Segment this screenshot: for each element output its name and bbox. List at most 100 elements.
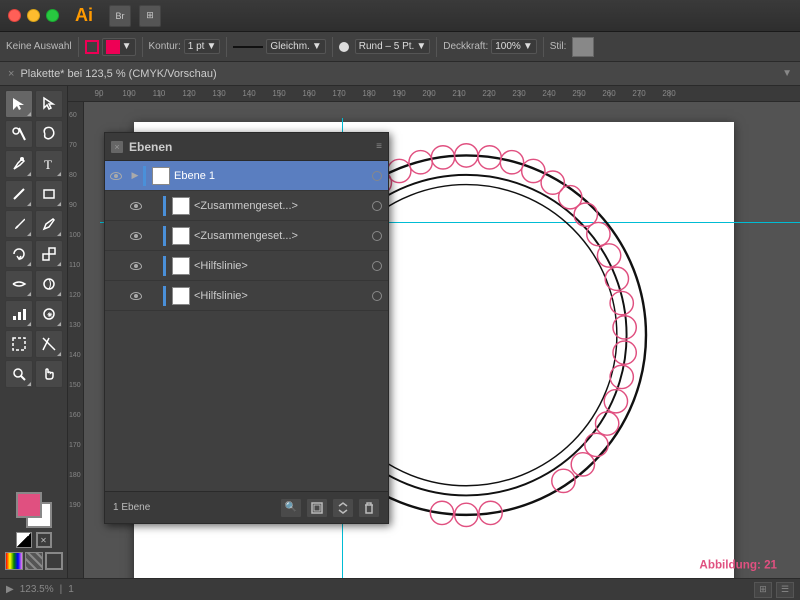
- symbol-tool[interactable]: ⁕: [35, 300, 63, 328]
- divider-2: [142, 37, 143, 57]
- opacity-dropdown[interactable]: 100% ▼: [491, 39, 536, 54]
- layer-visibility-item3[interactable]: [125, 262, 147, 270]
- tab-close-button[interactable]: ×: [8, 68, 14, 80]
- layers-panel: × Ebenen ≡ ▶ Ebene 1: [104, 132, 389, 524]
- brush-tool[interactable]: [5, 210, 33, 238]
- layers-panel-close[interactable]: ×: [111, 141, 123, 153]
- direct-select-tool[interactable]: [35, 90, 63, 118]
- style-swatch[interactable]: [572, 37, 594, 57]
- swap-colors-icon[interactable]: [16, 532, 32, 548]
- layer-target-item4[interactable]: [366, 291, 388, 301]
- width-tool[interactable]: [5, 270, 33, 298]
- opacity-arrow: ▼: [523, 41, 533, 52]
- layer-target-item3[interactable]: [366, 261, 388, 271]
- ruler-mark: 210: [444, 89, 474, 98]
- hand-tool[interactable]: [35, 360, 63, 388]
- fill-dropdown[interactable]: ▼: [102, 38, 136, 56]
- pencil-tool[interactable]: [35, 210, 63, 238]
- layer-target-item1[interactable]: [366, 201, 388, 211]
- warp-tool[interactable]: [35, 270, 63, 298]
- text-tool[interactable]: T: [35, 150, 63, 178]
- layer-row-item3[interactable]: <Hilfslinie>: [105, 251, 388, 281]
- new-layer-button[interactable]: [306, 498, 328, 518]
- layer-visibility-item4[interactable]: [125, 292, 147, 300]
- search-layers-button[interactable]: 🔍: [280, 498, 302, 518]
- svg-text:⁕: ⁕: [46, 310, 54, 320]
- artboard-tool[interactable]: [5, 330, 33, 358]
- gradient-icon[interactable]: [25, 552, 43, 570]
- layers-panel-header: × Ebenen ≡: [105, 133, 388, 161]
- line-style-dropdown[interactable]: Gleichm. ▼: [266, 39, 325, 54]
- layer-visibility-item2[interactable]: [125, 232, 147, 240]
- zoom-tool[interactable]: [5, 360, 33, 388]
- bridge-icon[interactable]: Br: [109, 5, 131, 27]
- line-style-arrow: ▼: [312, 41, 322, 52]
- rotate-tool[interactable]: [5, 240, 33, 268]
- layer-visibility-item1[interactable]: [125, 202, 147, 210]
- tool-row-10: [5, 360, 63, 388]
- layer-row-item4[interactable]: <Hilfslinie>: [105, 281, 388, 311]
- layers-empty-space: [105, 311, 388, 491]
- lasso-tool[interactable]: [35, 120, 63, 148]
- ruler-mark: 180: [354, 89, 384, 98]
- traffic-lights: [8, 9, 59, 22]
- ruler-h-marks: 90 100 110 120 130 140 150 160 170 180 1…: [84, 89, 684, 98]
- svg-text:T: T: [44, 157, 52, 172]
- foreground-background-swatches[interactable]: [16, 492, 52, 528]
- layer-row-layer1[interactable]: ▶ Ebene 1: [105, 161, 388, 191]
- magic-wand-tool[interactable]: [5, 120, 33, 148]
- select-tool[interactable]: [5, 90, 33, 118]
- rect-tool[interactable]: [35, 180, 63, 208]
- minimize-button[interactable]: [27, 9, 40, 22]
- canvas-area[interactable]: 90 100 110 120 130 140 150 160 170 180 1…: [68, 86, 800, 578]
- layer-visibility-layer1[interactable]: [105, 172, 127, 180]
- line-tool[interactable]: [5, 180, 33, 208]
- eye-icon: [130, 232, 142, 240]
- scale-tool[interactable]: [35, 240, 63, 268]
- layer-swatch-item3: [172, 257, 190, 275]
- layer-expand-layer1[interactable]: ▶: [127, 170, 143, 181]
- round-dropdown[interactable]: Rund – 5 Pt. ▼: [355, 39, 431, 54]
- layer-name-item3: <Hilfslinie>: [194, 260, 366, 272]
- eye-icon: [130, 262, 142, 270]
- layer-row-item1[interactable]: <Zusammengeset...>: [105, 191, 388, 221]
- delete-layer-button[interactable]: [358, 498, 380, 518]
- layer-target-item2[interactable]: [366, 231, 388, 241]
- delete-icon: [363, 502, 375, 514]
- move-layer-button[interactable]: [332, 498, 354, 518]
- ruler-vertical: 60 70 80 90 100 110 120 130 140 150 160 …: [68, 102, 84, 578]
- fullscreen-button[interactable]: [46, 9, 59, 22]
- slice-tool[interactable]: [35, 330, 63, 358]
- ruler-mark: 170: [324, 89, 354, 98]
- foreground-swatch[interactable]: [16, 492, 42, 518]
- opacity-label: Deckkraft:: [443, 41, 488, 52]
- layer-name-item4: <Hilfslinie>: [194, 290, 366, 302]
- pen-tool[interactable]: [5, 150, 33, 178]
- ruler-mark: 140: [234, 89, 264, 98]
- view-mode-button[interactable]: ⊞: [754, 582, 772, 598]
- layer-name-item2: <Zusammengeset...>: [194, 230, 366, 242]
- ruler-mark: 130: [204, 89, 234, 98]
- round-section: Rund – 5 Pt. ▼: [339, 39, 431, 54]
- no-selection-label: Keine Auswahl: [6, 41, 72, 52]
- stroke-value: 1 pt: [188, 41, 205, 52]
- document-canvas[interactable]: Abbildung: 21 × Ebenen ≡ ▶: [84, 102, 800, 578]
- layer-swatch-item4: [172, 287, 190, 305]
- arrange-button[interactable]: ☰: [776, 582, 794, 598]
- ruler-mark: 270: [624, 89, 654, 98]
- ruler-mark: 110: [144, 89, 174, 98]
- grid-icon[interactable]: ⊞: [139, 5, 161, 27]
- stroke-indicator[interactable]: [85, 40, 99, 54]
- layer-row-item2[interactable]: <Zusammengeset...>: [105, 221, 388, 251]
- color-mode-icon[interactable]: [5, 552, 23, 570]
- stroke-weight-dropdown[interactable]: 1 pt ▼: [184, 39, 221, 54]
- none-icon[interactable]: [45, 552, 63, 570]
- layers-panel-menu[interactable]: ≡: [376, 141, 382, 152]
- none-color-icon[interactable]: ✕: [36, 532, 52, 548]
- eye-icon: [130, 292, 142, 300]
- layer-target-layer1[interactable]: [366, 171, 388, 181]
- new-layer-icon: [311, 502, 323, 514]
- style-label: Stil:: [550, 41, 567, 52]
- close-button[interactable]: [8, 9, 21, 22]
- chart-tool[interactable]: [5, 300, 33, 328]
